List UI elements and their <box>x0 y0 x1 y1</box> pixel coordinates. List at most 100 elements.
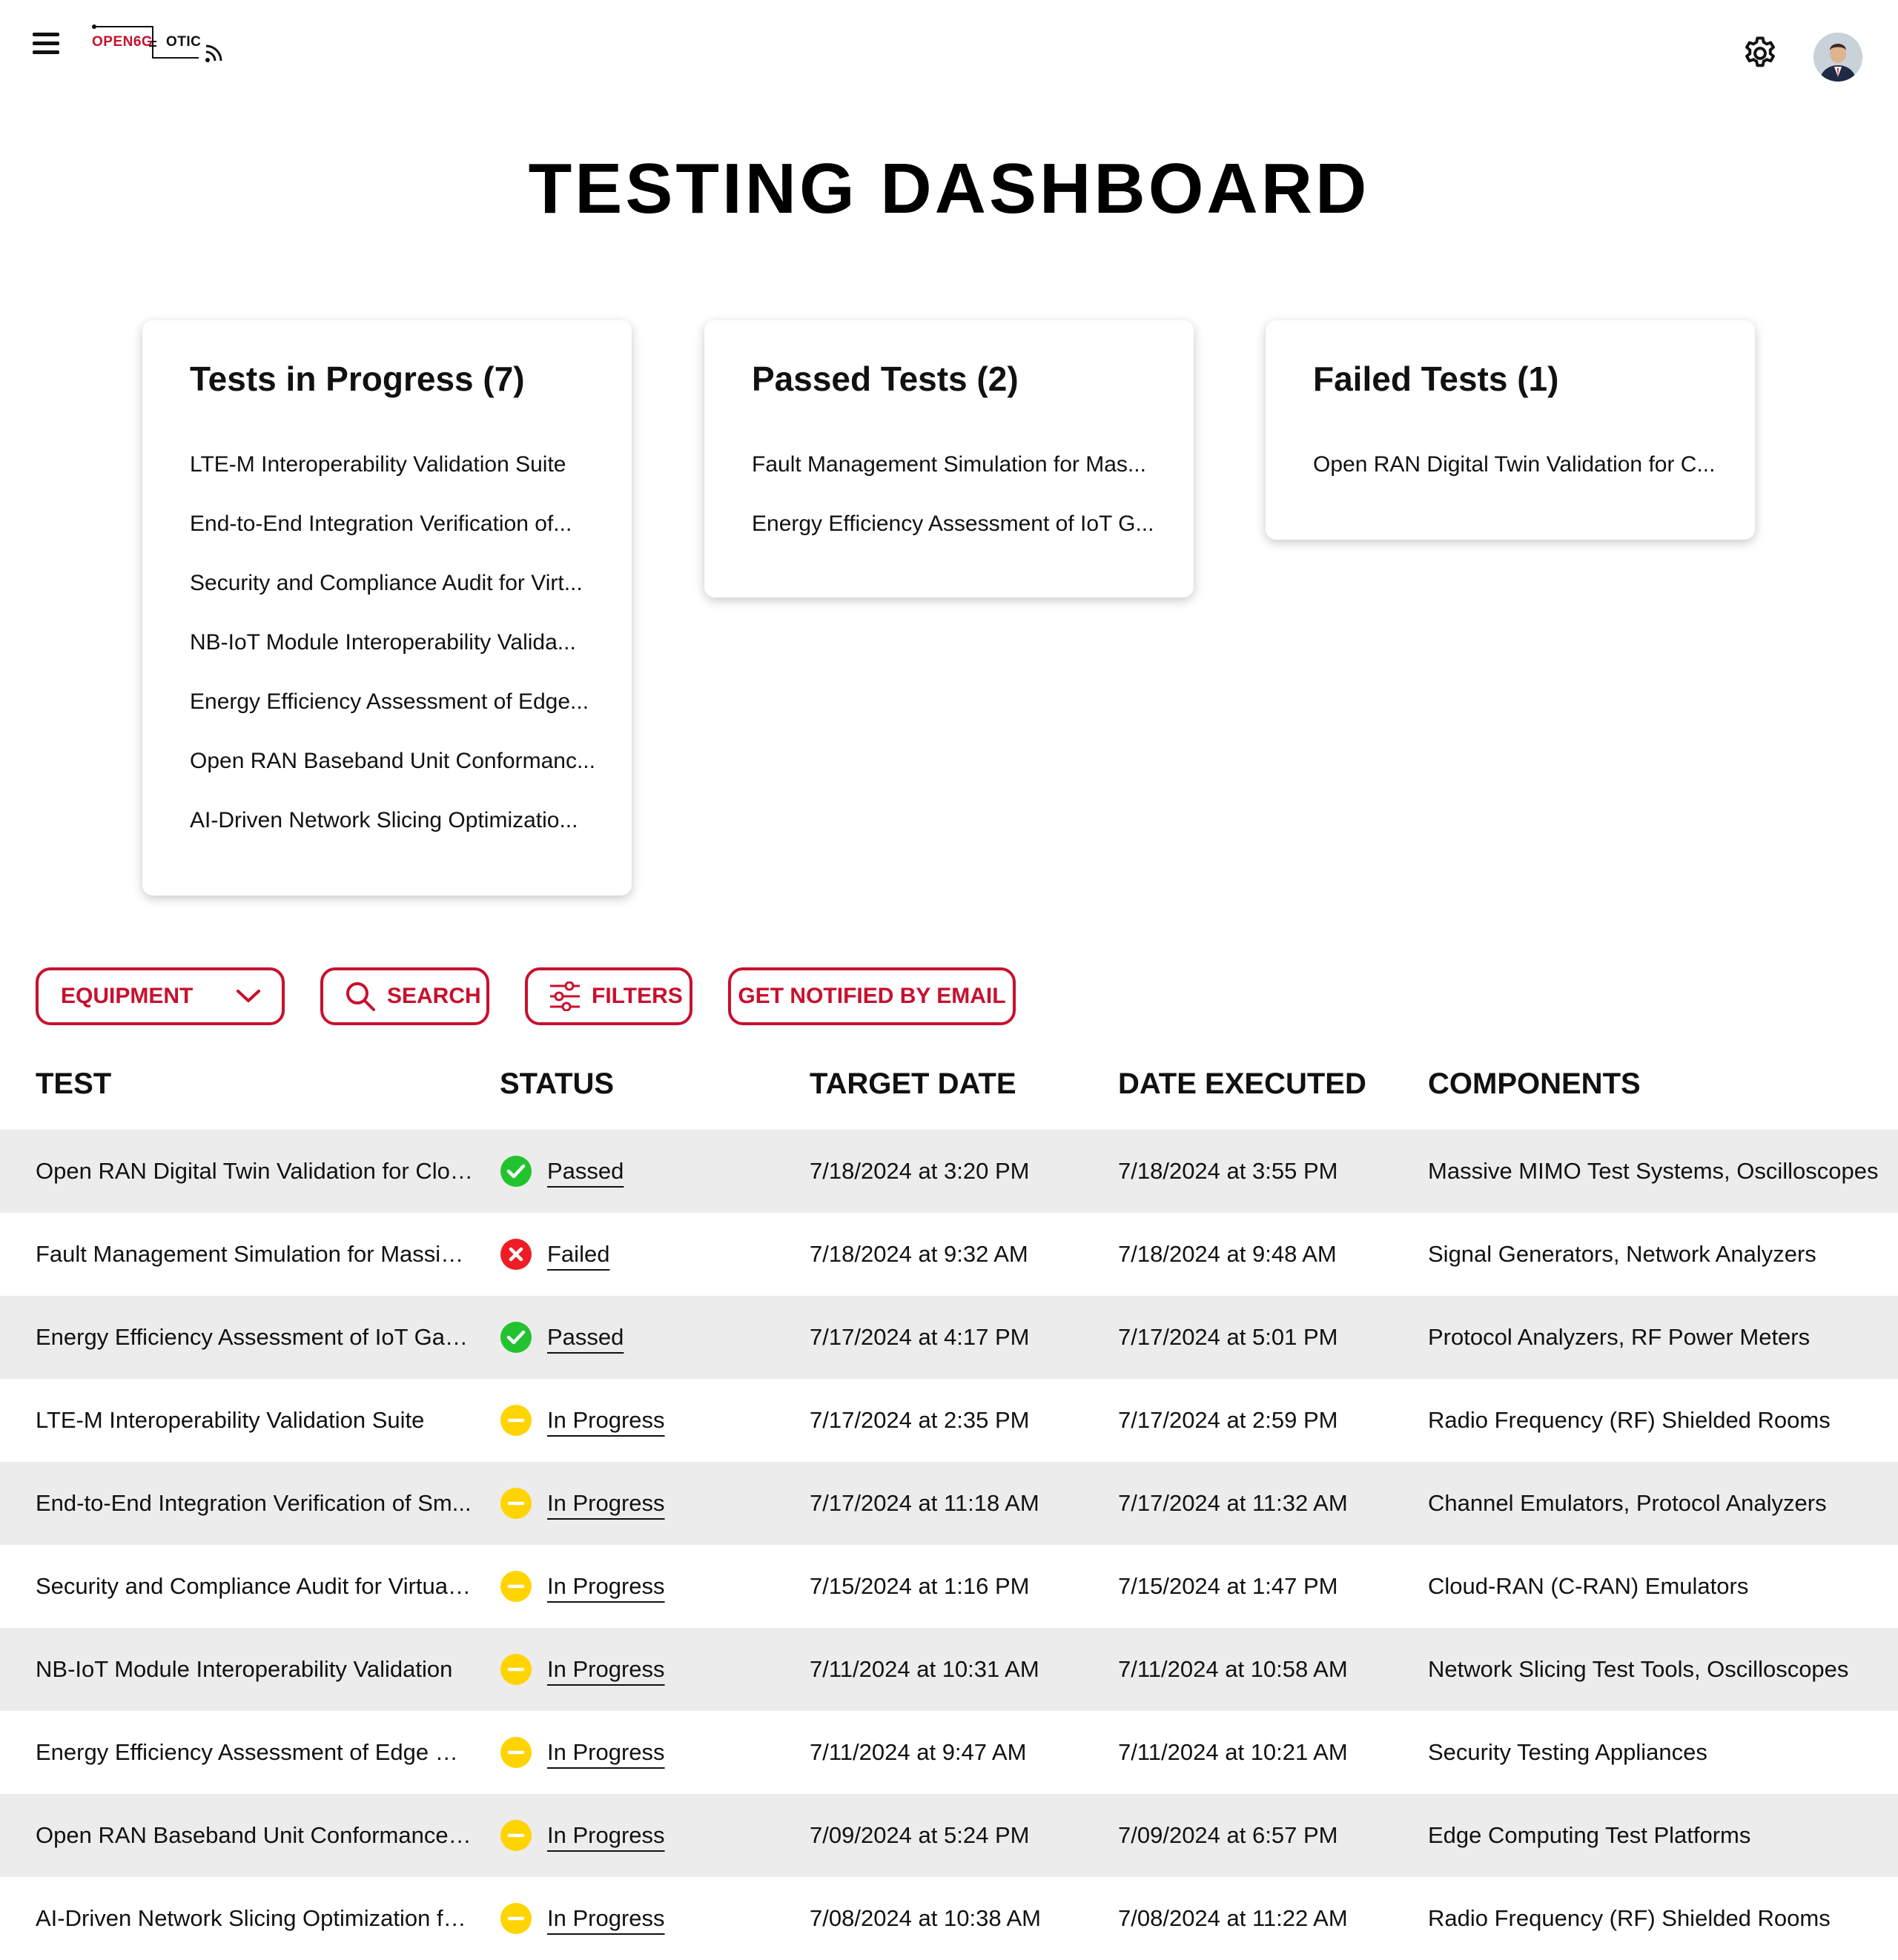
status-link[interactable]: In Progress <box>547 1545 665 1628</box>
status-link[interactable]: In Progress <box>547 1462 665 1545</box>
table-row[interactable]: LTE-M Interoperability Validation Suite I… <box>0 1379 1898 1462</box>
card-passed-tests: Passed Tests (2) Fault Management Simula… <box>704 320 1194 597</box>
status-cell: Failed <box>500 1213 781 1296</box>
test-name-cell[interactable]: Open RAN Digital Twin Validation for Clo… <box>36 1130 473 1213</box>
card-list: Open RAN Digital Twin Validation for C..… <box>1313 454 1728 513</box>
page-title: TESTING DASHBOARD <box>528 149 1370 228</box>
card-list-item[interactable]: Security and Compliance Audit for Virt..… <box>190 572 605 632</box>
menu-icon[interactable] <box>33 33 59 55</box>
status-link[interactable]: In Progress <box>547 1379 665 1462</box>
target-date-cell: 7/11/2024 at 9:47 AM <box>810 1739 1027 1765</box>
test-name-cell[interactable]: NB-IoT Module Interoperability Validatio… <box>36 1628 473 1711</box>
date-executed-cell: 7/08/2024 at 11:22 AM <box>1118 1905 1348 1931</box>
avatar[interactable] <box>1813 33 1862 82</box>
minus-circle-icon <box>500 1820 532 1851</box>
test-name-cell[interactable]: Open RAN Baseband Unit Conformance T... <box>36 1794 473 1877</box>
table-row[interactable]: Open RAN Baseband Unit Conformance T... I… <box>0 1794 1898 1877</box>
date-executed-cell: 7/17/2024 at 11:32 AM <box>1118 1490 1348 1516</box>
components-cell: Radio Frequency (RF) Shielded Rooms <box>1428 1407 1831 1433</box>
status-cell: In Progress <box>500 1379 781 1462</box>
test-name-cell[interactable]: Fault Management Simulation for Massive.… <box>36 1213 473 1296</box>
x-circle-icon <box>500 1239 532 1270</box>
search-button[interactable]: SEARCH <box>320 967 489 1025</box>
test-name-cell[interactable]: LTE-M Interoperability Validation Suite <box>36 1379 473 1462</box>
card-list-item[interactable]: Fault Management Simulation for Mas... <box>752 454 1167 513</box>
card-list-item[interactable]: NB-IoT Module Interoperability Valida... <box>190 632 605 691</box>
status-cell: In Progress <box>500 1711 781 1794</box>
table-row[interactable]: NB-IoT Module Interoperability Validatio… <box>0 1628 1898 1711</box>
equipment-dropdown-label: EQUIPMENT <box>61 984 194 1008</box>
filters-icon <box>550 981 580 1011</box>
test-name-cell[interactable]: AI-Driven Network Slicing Optimization f… <box>36 1877 473 1960</box>
minus-circle-icon <box>500 1405 532 1436</box>
get-notified-button-label: GET NOTIFIED BY EMAIL <box>738 984 1006 1008</box>
status-link[interactable]: Passed <box>547 1130 624 1213</box>
card-list-item[interactable]: Open RAN Baseband Unit Conformanc... <box>190 750 605 810</box>
minus-circle-icon <box>500 1571 532 1602</box>
status-link[interactable]: In Progress <box>547 1794 665 1877</box>
filters-button[interactable]: FILTERS <box>525 967 692 1025</box>
test-name-cell[interactable]: Security and Compliance Audit for Virtua… <box>36 1545 473 1628</box>
equipment-dropdown[interactable]: EQUIPMENT <box>36 967 285 1025</box>
target-date-cell: 7/17/2024 at 2:35 PM <box>810 1407 1030 1433</box>
test-name-cell[interactable]: Energy Efficiency Assessment of Edge Co.… <box>36 1711 473 1794</box>
date-executed-cell: 7/18/2024 at 9:48 AM <box>1118 1241 1337 1267</box>
status-link[interactable]: In Progress <box>547 1628 665 1711</box>
target-date-cell: 7/08/2024 at 10:38 AM <box>810 1905 1041 1931</box>
components-cell: Edge Computing Test Platforms <box>1428 1822 1751 1848</box>
user-avatar-image <box>1813 33 1862 82</box>
components-cell: Signal Generators, Network Analyzers <box>1428 1241 1816 1267</box>
date-executed-cell: 7/09/2024 at 6:57 PM <box>1118 1822 1338 1848</box>
status-link[interactable]: Failed <box>547 1213 609 1296</box>
card-list-item[interactable]: LTE-M Interoperability Validation Suite <box>190 454 605 513</box>
filters-button-label: FILTERS <box>592 984 683 1008</box>
column-header-test[interactable]: TEST <box>36 1067 111 1101</box>
date-executed-cell: 7/18/2024 at 3:55 PM <box>1118 1158 1338 1184</box>
date-executed-cell: 7/11/2024 at 10:58 AM <box>1118 1656 1348 1682</box>
chevron-down-icon <box>237 990 260 1002</box>
components-cell: Channel Emulators, Protocol Analyzers <box>1428 1490 1827 1516</box>
components-cell: Security Testing Appliances <box>1428 1739 1707 1765</box>
test-name-cell[interactable]: End-to-End Integration Verification of S… <box>36 1462 473 1545</box>
status-cell: In Progress <box>500 1462 781 1545</box>
table-row[interactable]: Energy Efficiency Assessment of IoT Gate… <box>0 1296 1898 1379</box>
status-link[interactable]: In Progress <box>547 1877 665 1960</box>
date-executed-cell: 7/17/2024 at 2:59 PM <box>1118 1407 1338 1433</box>
gear-icon[interactable] <box>1741 34 1779 73</box>
search-icon <box>346 982 375 1011</box>
card-list-item[interactable]: AI-Driven Network Slicing Optimizatio... <box>190 810 605 869</box>
card-list-item[interactable]: Open RAN Digital Twin Validation for C..… <box>1313 454 1728 513</box>
column-header-status[interactable]: STATUS <box>500 1067 614 1101</box>
card-list-item[interactable]: End-to-End Integration Verification of..… <box>190 513 605 572</box>
table-row[interactable]: Energy Efficiency Assessment of Edge Co.… <box>0 1711 1898 1794</box>
status-cell: In Progress <box>500 1628 781 1711</box>
logo[interactable]: OPEN6G OTIC <box>87 21 228 65</box>
target-date-cell: 7/17/2024 at 4:17 PM <box>810 1324 1030 1350</box>
test-name-cell[interactable]: Energy Efficiency Assessment of IoT Gate… <box>36 1296 473 1379</box>
table-row[interactable]: Open RAN Digital Twin Validation for Clo… <box>0 1130 1898 1213</box>
card-list-item[interactable]: Energy Efficiency Assessment of IoT G... <box>752 513 1167 572</box>
components-cell: Radio Frequency (RF) Shielded Rooms <box>1428 1905 1831 1931</box>
get-notified-button[interactable]: GET NOTIFIED BY EMAIL <box>728 967 1016 1025</box>
table-row[interactable]: Fault Management Simulation for Massive.… <box>0 1213 1898 1296</box>
target-date-cell: 7/17/2024 at 11:18 AM <box>810 1490 1039 1516</box>
status-cell: Passed <box>500 1130 781 1213</box>
column-header-components[interactable]: COMPONENTS <box>1428 1067 1641 1101</box>
minus-circle-icon <box>500 1488 532 1519</box>
column-header-target-date[interactable]: TARGET DATE <box>810 1067 1016 1101</box>
logo-text-otic: OTIC <box>166 34 202 50</box>
table-row[interactable]: AI-Driven Network Slicing Optimization f… <box>0 1877 1898 1960</box>
table-row[interactable]: Security and Compliance Audit for Virtua… <box>0 1545 1898 1628</box>
search-button-label: SEARCH <box>387 984 481 1008</box>
column-header-date-executed[interactable]: DATE EXECUTED <box>1118 1067 1366 1101</box>
status-link[interactable]: Passed <box>547 1296 624 1379</box>
card-list-item[interactable]: Energy Efficiency Assessment of Edge... <box>190 691 605 750</box>
status-link[interactable]: In Progress <box>547 1711 665 1794</box>
card-title: Tests in Progress (7) <box>190 360 525 398</box>
date-executed-cell: 7/15/2024 at 1:47 PM <box>1118 1573 1338 1599</box>
card-title: Passed Tests (2) <box>752 360 1019 398</box>
table-row[interactable]: End-to-End Integration Verification of S… <box>0 1462 1898 1545</box>
card-list: LTE-M Interoperability Validation Suite … <box>190 454 605 869</box>
top-bar: OPEN6G OTIC <box>0 0 1898 104</box>
components-cell: Massive MIMO Test Systems, Oscilloscopes <box>1428 1158 1879 1184</box>
